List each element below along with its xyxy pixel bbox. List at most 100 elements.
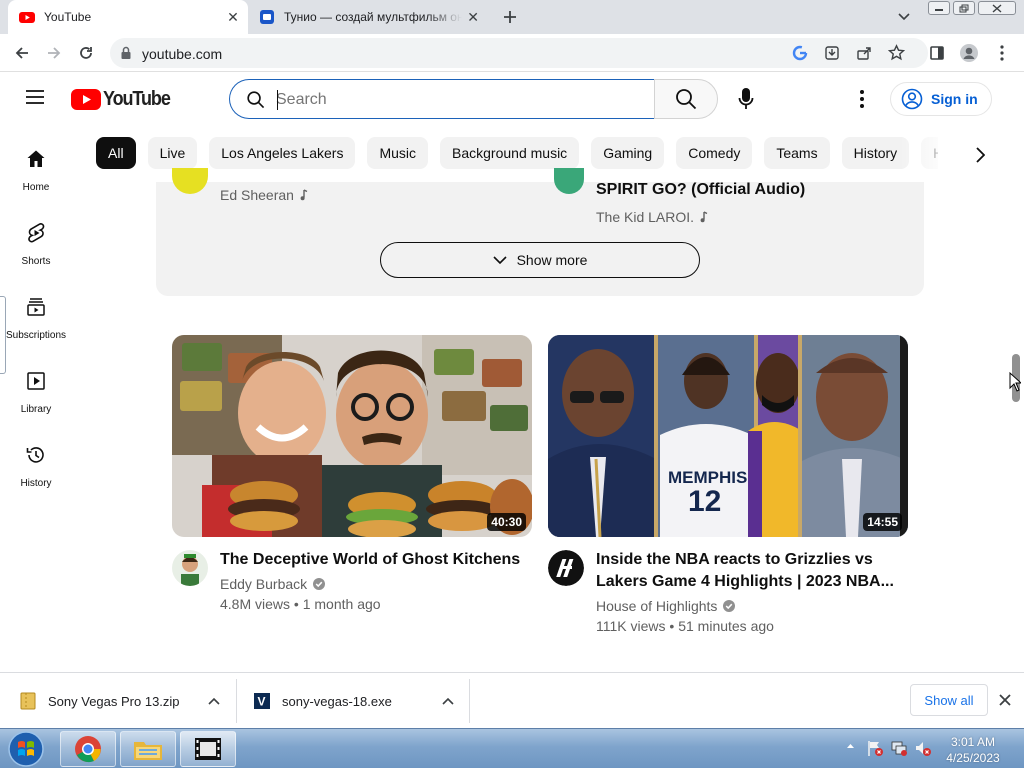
youtube-favicon-icon	[18, 8, 36, 26]
guide-item-shorts[interactable]: Shorts	[0, 221, 72, 295]
chip-all[interactable]: All	[96, 137, 136, 169]
channel-avatar[interactable]	[172, 550, 208, 586]
tab-search-chevron-icon[interactable]	[893, 6, 915, 28]
close-tab-icon[interactable]: ✕	[222, 6, 244, 28]
chip-comedy[interactable]: Comedy	[676, 137, 753, 169]
shelf-left-channel[interactable]: Ed Sheeran	[220, 187, 308, 203]
chips-next-chevron-icon[interactable]	[966, 141, 994, 169]
install-app-icon[interactable]	[824, 45, 840, 61]
close-download-shelf-icon[interactable]	[998, 693, 1012, 707]
action-center-flag-icon[interactable]	[866, 739, 884, 757]
download-item[interactable]: Sony Vegas Pro 13.zip	[20, 673, 230, 729]
bookmark-star-icon[interactable]	[888, 44, 905, 61]
video-thumbnail[interactable]: 40:30	[172, 335, 532, 537]
minimize-window-button[interactable]	[928, 1, 950, 15]
search-input[interactable]	[276, 88, 636, 112]
chip-live[interactable]: Live	[147, 137, 198, 169]
search-button[interactable]	[654, 79, 718, 119]
download-item[interactable]: V sony-vegas-18.exe	[254, 673, 464, 729]
filter-chips-bar: All Live Los Angeles Lakers Music Background…	[96, 137, 938, 171]
video-channel[interactable]: Eddy Burback	[220, 576, 326, 592]
meta-separator: •	[669, 618, 679, 634]
lock-icon[interactable]	[120, 46, 132, 60]
chips-fade	[900, 137, 950, 171]
chip-teams[interactable]: Teams	[764, 137, 830, 169]
guide-item-library[interactable]: Library	[0, 369, 72, 443]
music-note-icon	[700, 211, 708, 223]
browser-toolbar: youtube.com	[0, 34, 1024, 72]
search-box[interactable]	[229, 79, 655, 119]
video-channel[interactable]: House of Highlights	[596, 598, 736, 614]
show-more-label: Show more	[516, 252, 588, 268]
tab-youtube[interactable]: YouTube ✕	[8, 0, 248, 34]
youtube-logo[interactable]: YouTube	[71, 88, 177, 111]
youtube-masthead: YouTube Sign in	[0, 72, 1024, 126]
view-count: 111K views	[596, 618, 666, 634]
channel-name: Ed Sheeran	[220, 187, 294, 203]
back-arrow-icon[interactable]	[10, 41, 34, 65]
new-tab-button[interactable]	[498, 5, 522, 29]
browser-menu-icon[interactable]	[990, 41, 1014, 65]
taskbar-video-app[interactable]	[180, 731, 236, 767]
share-icon[interactable]	[856, 45, 872, 61]
kid-laroi-avatar[interactable]	[554, 168, 584, 194]
channel-avatar[interactable]	[548, 550, 584, 586]
video-title[interactable]: Inside the NBA reacts to Grizzlies vs La…	[596, 549, 894, 593]
sign-in-button[interactable]: Sign in	[890, 82, 992, 116]
verified-badge-icon	[312, 577, 326, 591]
profile-avatar-icon[interactable]	[957, 41, 981, 65]
network-icon[interactable]	[890, 739, 908, 757]
guide-item-history[interactable]: History	[0, 443, 72, 517]
shelf-right-title[interactable]: SPIRIT GO? (Official Audio)	[596, 181, 805, 199]
google-translate-icon[interactable]	[792, 45, 808, 61]
chip-gaming[interactable]: Gaming	[591, 137, 665, 169]
tab-tunio[interactable]: Тунио — создай мультфильм он ✕	[252, 0, 488, 34]
verified-badge-icon	[722, 599, 736, 613]
chip-background-music[interactable]: Background music	[440, 137, 580, 169]
chip-music[interactable]: Music	[367, 137, 429, 169]
reload-icon[interactable]	[74, 41, 98, 65]
guide-item-home[interactable]: Home	[0, 147, 72, 221]
volume-muted-icon[interactable]	[914, 739, 932, 757]
guide-item-subscriptions[interactable]: Subscriptions	[0, 295, 72, 369]
show-all-downloads-button[interactable]: Show all	[910, 684, 988, 716]
taskbar-explorer[interactable]	[120, 731, 176, 767]
forward-arrow-icon[interactable]	[42, 41, 66, 65]
browser-tab-strip: YouTube ✕ Тунио — создай мультфильм он ✕	[0, 0, 1024, 34]
download-options-chevron-icon[interactable]	[442, 697, 454, 705]
taskbar-chrome[interactable]	[60, 731, 116, 767]
youtube-logo-icon	[71, 89, 101, 110]
download-options-chevron-icon[interactable]	[208, 697, 220, 705]
account-circle-icon	[901, 88, 923, 110]
video-metadata: 111K views • 51 minutes ago	[596, 618, 774, 634]
history-icon	[24, 443, 48, 467]
close-tab-icon[interactable]: ✕	[462, 6, 484, 28]
shelf-right-channel[interactable]: The Kid LAROI.	[596, 209, 708, 225]
exe-installer-icon: V	[254, 693, 270, 709]
taskbar-clock[interactable]: 3:01 AM 4/25/2023	[940, 734, 1006, 766]
ed-sheeran-avatar[interactable]	[172, 168, 208, 194]
restore-window-button[interactable]	[953, 1, 975, 15]
show-hidden-icons-icon[interactable]	[846, 743, 855, 749]
clock-time: 3:01 AM	[950, 735, 996, 749]
windows-taskbar: 3:01 AM 4/25/2023	[0, 728, 1024, 768]
tunio-favicon-icon	[258, 8, 276, 26]
settings-more-icon[interactable]	[852, 89, 872, 109]
address-bar[interactable]: youtube.com	[110, 38, 928, 68]
shorts-icon	[24, 221, 48, 245]
home-icon	[24, 147, 48, 171]
chip-los-angeles-lakers[interactable]: Los Angeles Lakers	[209, 137, 356, 169]
download-file-name: Sony Vegas Pro 13.zip	[48, 693, 180, 709]
side-panel-icon[interactable]	[925, 41, 949, 65]
video-title[interactable]: The Deceptive World of Ghost Kitchens	[220, 549, 520, 571]
guide-label: Library	[20, 404, 52, 415]
hamburger-menu-icon[interactable]	[24, 88, 46, 106]
voice-search-mic-icon[interactable]	[734, 86, 758, 112]
start-button[interactable]	[6, 730, 46, 768]
video-thumbnail[interactable]: MEMPHIS 12 14:55	[548, 335, 908, 537]
show-more-button[interactable]: Show more	[380, 242, 700, 278]
close-window-button[interactable]	[978, 1, 1016, 15]
video-title-line-2: Lakers Game 4 Highlights | 2023 NBA...	[596, 573, 894, 590]
jersey-number-text: 12	[688, 485, 721, 518]
youtube-logo-text: YouTube	[103, 88, 171, 110]
